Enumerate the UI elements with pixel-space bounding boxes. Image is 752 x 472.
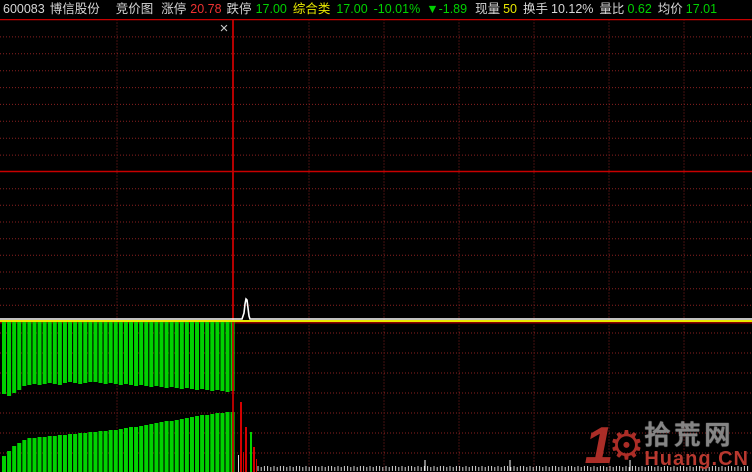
info-sector-label: 综合类: [293, 0, 331, 19]
info-vol-ratio-label: 量比: [599, 0, 624, 19]
watermark-site-name: 拾荒网: [644, 422, 749, 449]
watermark-text: 拾荒网 Huang.CN: [644, 422, 749, 470]
info-stock-code: 600083: [3, 0, 45, 19]
info-limit-down-value: 17.00: [256, 0, 287, 19]
watermark-domain: Huang.CN: [644, 449, 749, 470]
info-limit-up-label: 涨停: [161, 0, 186, 19]
info-stock-name: 博信股份: [50, 0, 100, 19]
watermark-number: 1: [585, 423, 611, 469]
watermark: 1⚙ 拾荒网 Huang.CN: [585, 422, 749, 470]
info-avg-price-label: 均价: [658, 0, 683, 19]
info-last-price: 17.00: [336, 0, 367, 19]
stock-info-bar: 600083博信股份竞价图涨停20.78跌停17.00综合类17.00-10.0…: [0, 0, 752, 19]
info-avg-price-value: 17.01: [686, 0, 717, 19]
info-limit-up-value: 20.78: [190, 0, 221, 19]
auction-chart[interactable]: [0, 0, 752, 472]
watermark-logo: 1⚙: [585, 423, 642, 469]
info-vol-ratio-value: 0.62: [627, 0, 651, 19]
info-change-value: ▼-1.89: [426, 0, 467, 19]
info-turnover-label: 换手: [523, 0, 548, 19]
info-current-vol-label: 现量: [475, 0, 500, 19]
gear-icon: ⚙: [608, 426, 641, 466]
info-view-label: 竞价图: [116, 0, 154, 19]
close-button[interactable]: ×: [215, 21, 233, 37]
info-limit-down-label: 跌停: [227, 0, 252, 19]
auction-chart-window: 600083博信股份竞价图涨停20.78跌停17.00综合类17.00-10.0…: [0, 0, 752, 472]
info-turnover-value: 10.12%: [551, 0, 593, 19]
info-current-vol-value: 50: [503, 0, 517, 19]
info-change-percent: -10.01%: [374, 0, 421, 19]
